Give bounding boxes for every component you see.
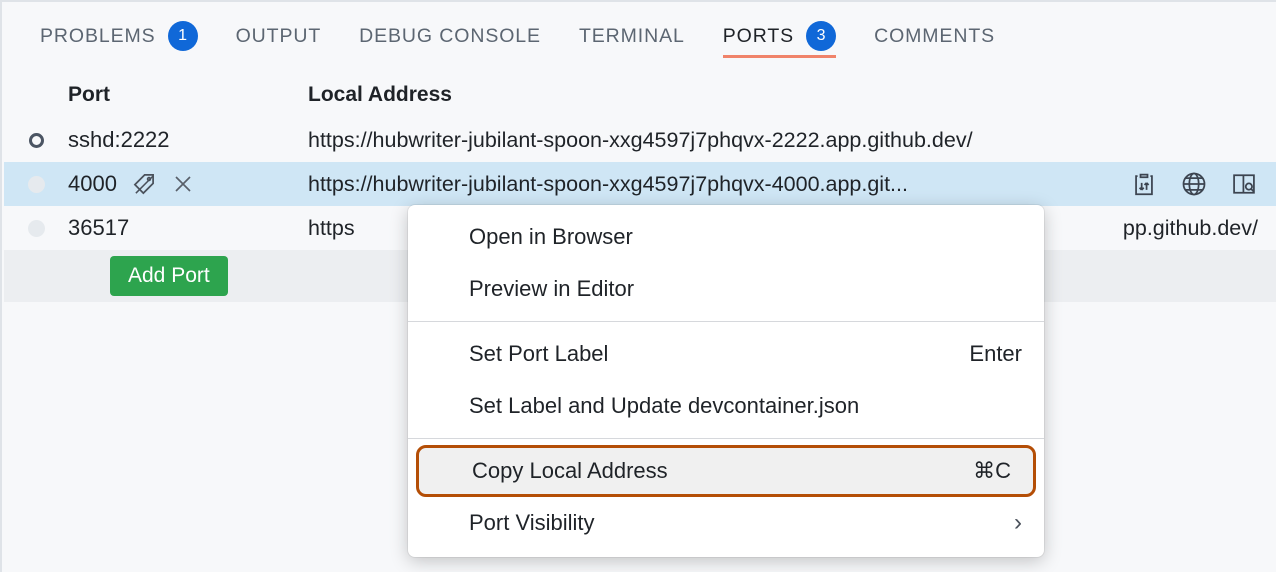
port-context-menu: Open in Browser Preview in Editor Set Po…	[408, 205, 1044, 557]
menu-item-shortcut: Enter	[969, 341, 1022, 367]
menu-item-open-in-browser[interactable]: Open in Browser	[408, 211, 1044, 263]
column-header-port: Port	[68, 83, 110, 107]
menu-item-set-port-label[interactable]: Set Port Label Enter	[408, 328, 1044, 380]
header-port-cell: Port	[68, 83, 308, 107]
column-header-local-address: Local Address	[308, 83, 452, 107]
panel-tab-bar: PROBLEMS 1 OUTPUT DEBUG CONSOLE TERMINAL…	[2, 2, 1276, 70]
tab-label: PORTS	[723, 25, 794, 48]
copy-port-icon[interactable]	[1130, 170, 1158, 198]
menu-item-preview-in-editor[interactable]: Preview in Editor	[408, 263, 1044, 315]
preview-in-editor-icon[interactable]	[1230, 170, 1258, 198]
table-row[interactable]: sshd:2222 https://hubwriter-jubilant-spo…	[4, 118, 1276, 162]
menu-item-label: Copy Local Address	[472, 458, 668, 484]
row-action-icons	[1130, 162, 1258, 206]
close-icon[interactable]	[171, 172, 195, 196]
tab-problems[interactable]: PROBLEMS 1	[40, 2, 198, 70]
active-tab-underline	[723, 55, 836, 58]
ports-panel: PROBLEMS 1 OUTPUT DEBUG CONSOLE TERMINAL…	[0, 0, 1276, 572]
ports-count-badge: 3	[806, 21, 836, 51]
row-port-cell[interactable]: 36517	[68, 215, 308, 241]
row-status-cell	[4, 220, 68, 237]
tab-label: OUTPUT	[236, 25, 322, 48]
port-running-icon	[29, 133, 44, 148]
row-address-cell[interactable]: https://hubwriter-jubilant-spoon-xxg4597…	[308, 128, 1276, 153]
menu-item-label: Set Port Label	[469, 341, 608, 367]
menu-item-set-label-and-update-devcontainer[interactable]: Set Label and Update devcontainer.json	[408, 380, 1044, 432]
tab-label: COMMENTS	[874, 25, 995, 48]
row-port-cell[interactable]: 4000	[68, 171, 308, 197]
tab-terminal[interactable]: TERMINAL	[579, 2, 685, 70]
port-label: 4000	[68, 171, 117, 197]
port-label: sshd:2222	[68, 127, 170, 153]
tab-label: TERMINAL	[579, 25, 685, 48]
header-address-cell: Local Address	[308, 83, 1276, 107]
row-status-cell	[4, 176, 68, 193]
table-row[interactable]: 4000	[4, 162, 1276, 206]
local-address-link[interactable]: https	[308, 216, 355, 241]
port-idle-icon	[28, 220, 45, 237]
add-port-button[interactable]: Add Port	[110, 256, 228, 295]
local-address-link[interactable]: https://hubwriter-jubilant-spoon-xxg4597…	[308, 128, 973, 153]
tag-icon[interactable]	[131, 171, 157, 197]
menu-separator	[408, 438, 1044, 439]
tab-label: DEBUG CONSOLE	[359, 25, 541, 48]
menu-separator	[408, 321, 1044, 322]
menu-item-copy-local-address[interactable]: Copy Local Address ⌘C	[416, 445, 1036, 497]
row-inline-actions	[131, 171, 195, 197]
tab-label: PROBLEMS	[40, 25, 156, 48]
local-address-link-tail[interactable]: pp.github.dev/	[1123, 216, 1258, 241]
menu-item-label: Preview in Editor	[469, 276, 634, 302]
table-header-row: Port Local Address	[4, 72, 1276, 118]
tab-debug-console[interactable]: DEBUG CONSOLE	[359, 2, 541, 70]
menu-item-label: Open in Browser	[469, 224, 633, 250]
menu-item-label: Set Label and Update devcontainer.json	[469, 393, 859, 419]
local-address-link[interactable]: https://hubwriter-jubilant-spoon-xxg4597…	[308, 172, 908, 197]
vscode-panel-screenshot: PROBLEMS 1 OUTPUT DEBUG CONSOLE TERMINAL…	[0, 0, 1276, 572]
tab-output[interactable]: OUTPUT	[236, 2, 322, 70]
tab-ports[interactable]: PORTS 3	[723, 2, 836, 70]
globe-icon[interactable]	[1180, 170, 1208, 198]
menu-item-shortcut: ⌘C	[973, 458, 1011, 484]
port-label: 36517	[68, 215, 129, 241]
port-idle-icon	[28, 176, 45, 193]
problems-count-badge: 1	[168, 21, 198, 51]
menu-item-label: Port Visibility	[469, 510, 595, 536]
tab-comments[interactable]: COMMENTS	[874, 2, 995, 70]
row-port-cell[interactable]: sshd:2222	[68, 127, 308, 153]
chevron-right-icon: ›	[1014, 511, 1022, 535]
row-status-cell	[4, 133, 68, 148]
menu-item-port-visibility[interactable]: Port Visibility ›	[408, 497, 1044, 549]
